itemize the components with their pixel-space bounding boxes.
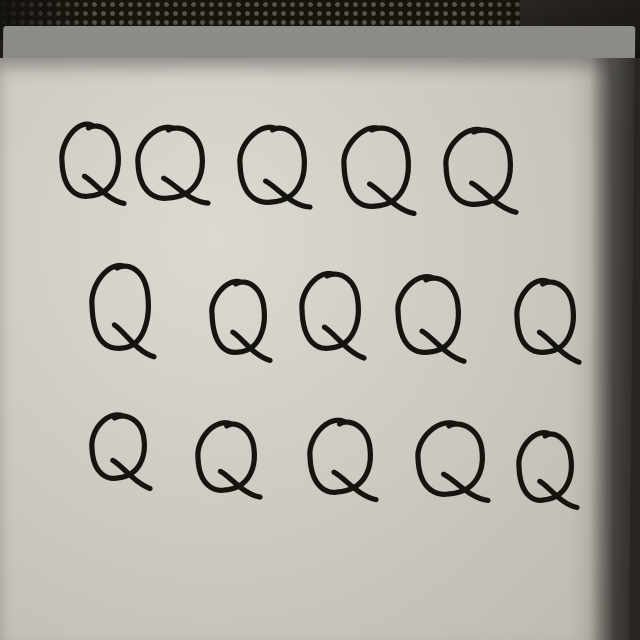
handwritten-letters xyxy=(59,121,582,511)
q-bowl-stroke xyxy=(237,124,307,205)
q-bowl-stroke xyxy=(89,262,151,351)
handwritten-q-r1-c3 xyxy=(237,124,313,210)
handwritten-q-r3-c4 xyxy=(415,420,491,504)
q-tail-stroke xyxy=(441,471,491,504)
q-bowl-stroke xyxy=(195,420,257,493)
q-bowl-stroke xyxy=(89,412,147,481)
q-bowl-stroke xyxy=(299,270,361,351)
q-bowl-stroke xyxy=(443,126,513,207)
q-tail-stroke xyxy=(111,322,157,360)
q-bowl-stroke xyxy=(59,121,121,199)
q-tail-stroke xyxy=(537,478,580,511)
handwritten-q-r2-c1 xyxy=(89,262,157,360)
q-tail-stroke xyxy=(321,324,367,361)
handwritten-q-r1-c4 xyxy=(341,125,417,217)
q-tail-stroke xyxy=(217,468,263,500)
q-tail-stroke xyxy=(536,329,582,365)
handwritten-q-r1-c1 xyxy=(59,121,127,207)
q-bowl-stroke xyxy=(341,125,411,209)
handwritten-q-r3-c3 xyxy=(307,417,379,503)
q-bowl-stroke xyxy=(516,430,574,503)
q-tail-stroke xyxy=(469,180,519,215)
handwritten-q-r3-c5 xyxy=(516,430,580,511)
handwritten-q-r2-c5 xyxy=(514,277,582,365)
q-bowl-stroke xyxy=(395,274,461,355)
handwritten-q-r2-c2 xyxy=(209,278,273,364)
q-tail-stroke xyxy=(110,457,153,492)
q-tail-stroke xyxy=(419,328,467,364)
photo-scene xyxy=(0,0,640,640)
q-bowl-stroke xyxy=(415,420,485,497)
handwritten-q-r1-c2 xyxy=(135,124,211,206)
handwritten-q-r2-c3 xyxy=(299,270,367,361)
handwritten-q-r2-c4 xyxy=(395,274,467,364)
q-tail-stroke xyxy=(230,329,273,364)
q-bowl-stroke xyxy=(307,417,373,495)
q-tail-stroke xyxy=(367,181,417,217)
q-tail-stroke xyxy=(331,469,379,503)
handwritten-q-r3-c1 xyxy=(89,412,153,492)
q-bowl-stroke xyxy=(135,124,205,201)
handwritten-q-r1-c5 xyxy=(443,126,519,215)
q-tail-stroke xyxy=(81,173,127,207)
handwritten-q-r3-c2 xyxy=(195,420,263,500)
q-bowl-stroke xyxy=(514,277,576,355)
q-bowl-stroke xyxy=(209,278,267,355)
